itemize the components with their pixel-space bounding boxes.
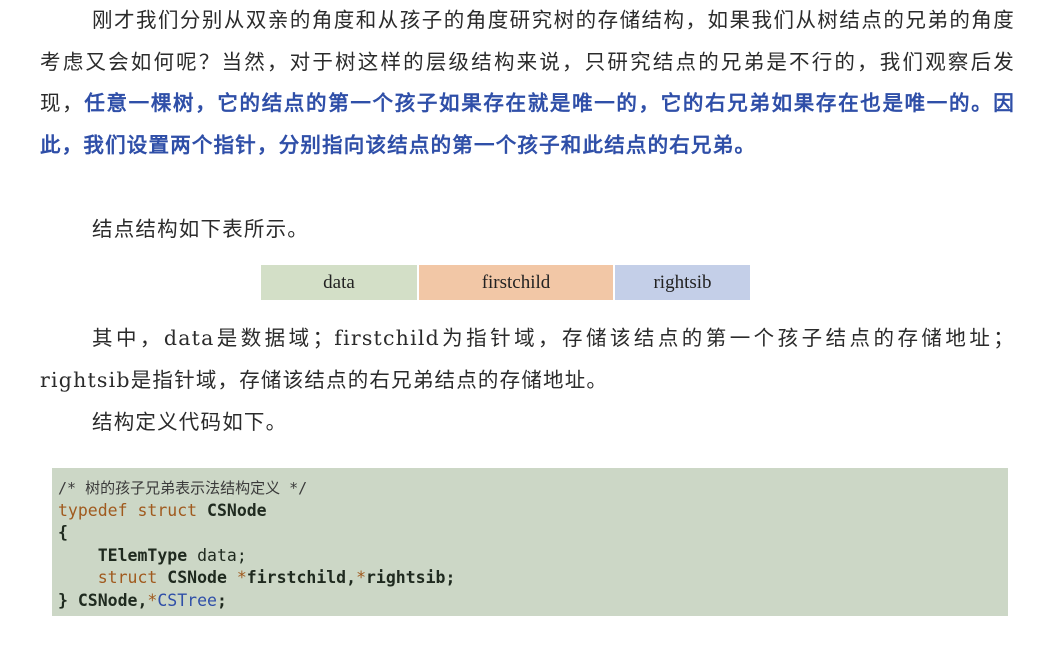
code-block: /* 树的孩子兄弟表示法结构定义 */ typedef struct CSNod…: [52, 468, 1008, 616]
code-pointer-star: *: [356, 568, 366, 587]
cell-rightsib: rightsib: [615, 265, 750, 300]
code-field-rightsib: rightsib;: [366, 568, 456, 587]
code-line-typedef: typedef struct CSNode: [58, 500, 1002, 523]
code-line-comment: /* 树的孩子兄弟表示法结构定义 */: [58, 477, 1002, 500]
node-structure-table: data firstchild rightsib: [261, 265, 750, 300]
code-line-close: } CSNode,*CSTree;: [58, 590, 1002, 613]
intro-paragraph: 刚才我们分别从双亲的角度和从孩子的角度研究树的存储结构，如果我们从树结点的兄弟的…: [40, 0, 1015, 166]
code-line-data-field: TElemType data;: [58, 545, 1002, 568]
code-struct-name: CSNode: [197, 500, 267, 520]
document-page: 刚才我们分别从双亲的角度和从孩子的角度研究树的存储结构，如果我们从树结点的兄弟的…: [0, 0, 1057, 653]
code-comment: /* 树的孩子兄弟表示法结构定义 */: [58, 479, 308, 497]
code-pointer-star: *: [147, 590, 158, 610]
node-structure-caption: 结点结构如下表所示。: [92, 217, 309, 241]
code-keyword-typedef: typedef struct: [58, 500, 198, 520]
code-type-csnode: CSNode: [157, 568, 237, 587]
code-field-data: data;: [187, 545, 247, 565]
code-line-pointer-fields: struct CSNode *firstchild,*rightsib;: [58, 567, 1002, 590]
code-pointer-star: *: [236, 568, 247, 587]
field-description-paragraph: 其中，data是数据域；firstchild为指针域，存储该结点的第一个孩子结点…: [40, 326, 1015, 392]
code-semicolon: ;: [216, 590, 227, 610]
cell-firstchild: firstchild: [419, 265, 613, 300]
code-type-telemtype: TElemType: [97, 545, 188, 565]
code-line-open-brace: {: [58, 522, 1002, 545]
cell-data: data: [261, 265, 417, 300]
code-field-firstchild: firstchild,: [246, 568, 357, 587]
code-close-brace: } CSNode,: [58, 590, 148, 610]
intro-emphasis: 任意一棵树，它的结点的第一个孩子如果存在就是唯一的，它的右兄弟如果存在也是唯一的…: [40, 91, 1015, 157]
code-open-brace: {: [58, 523, 68, 542]
code-typedef-cstree: CSTree: [157, 590, 217, 610]
code-caption: 结构定义代码如下。: [92, 410, 288, 434]
code-keyword-struct: struct: [97, 568, 158, 587]
